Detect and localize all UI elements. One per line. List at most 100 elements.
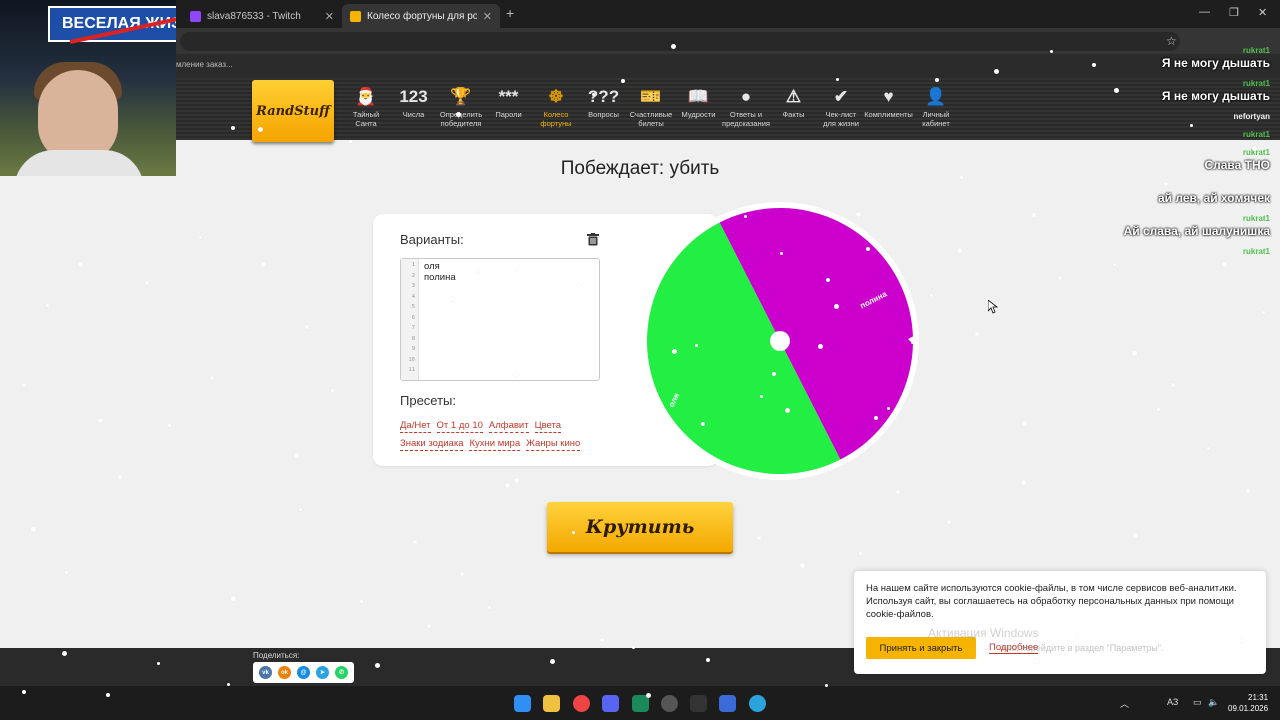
santa-icon: 🎅 — [355, 87, 377, 106]
nav-item-trophy[interactable]: 🏆 Определить победителя — [439, 78, 483, 140]
heart-icon: ♥ — [883, 87, 894, 106]
variants-textarea[interactable]: 1 2 3 4 5 6 7 8 9 10 11 оля полина — [400, 258, 600, 381]
network-icon[interactable]: ▭ — [1193, 697, 1202, 708]
preset-link[interactable]: Кухни мира — [469, 438, 521, 451]
share-label: Поделиться: — [253, 651, 300, 660]
tab-wheel[interactable]: Колесо фортуны для розыгрыш ✕ — [342, 4, 500, 28]
snowflake — [1171, 383, 1175, 387]
preset-link[interactable]: Цвета — [534, 420, 562, 433]
snowflake — [331, 389, 334, 392]
close-tab-icon[interactable]: ✕ — [325, 10, 334, 23]
tray-arrow-icon[interactable]: ︿ — [1120, 697, 1129, 710]
app2-icon[interactable] — [719, 695, 736, 712]
snowflake — [460, 572, 464, 576]
chat-message: Я не могу дышать — [1161, 56, 1270, 70]
line-number: 6 — [411, 314, 415, 321]
language-indicator[interactable]: АЗ — [1167, 697, 1178, 707]
twitch-favicon-icon — [190, 10, 201, 22]
telegram-icon[interactable]: ➤ — [316, 666, 329, 679]
mail-icon[interactable]: @ — [297, 666, 310, 679]
chat-username: nefortyan — [1233, 181, 1270, 190]
bookmark-item[interactable]: мление заказ... — [176, 60, 233, 69]
chat-username: rukrat1 — [1242, 247, 1270, 256]
line-number: 7 — [411, 325, 415, 331]
nav-item-heart[interactable]: ♥ Комплименты — [864, 78, 913, 140]
whatsapp-icon[interactable]: ✆ — [335, 666, 348, 679]
spin-button[interactable]: Крутить — [547, 502, 733, 552]
nav-item-wheel[interactable]: ☸ Колесо фортуны — [534, 78, 578, 140]
nav-item-password[interactable]: *** Пароли — [487, 78, 531, 140]
telegram-taskbar-icon[interactable] — [749, 695, 766, 712]
nav-item-numbers[interactable]: 123 Числа — [392, 78, 436, 140]
nav-item-ball[interactable]: ● Ответы и предсказания — [722, 78, 770, 140]
start-icon[interactable] — [514, 695, 531, 712]
preset-link[interactable]: Алфавит — [488, 420, 529, 433]
cookie-text: На нашем сайте используются cookie-файлы… — [866, 583, 1237, 620]
terminal-icon[interactable] — [690, 695, 707, 712]
chat-message: ай лев, ай хомячек — [1157, 191, 1270, 205]
nav-item-warning[interactable]: ⚠ Факты — [772, 78, 816, 140]
preset-link[interactable]: Жанры кино — [526, 438, 581, 451]
trash-icon[interactable] — [587, 233, 599, 246]
new-tab-button[interactable]: + — [506, 5, 514, 21]
cookie-accept-button[interactable]: Принять и закрыть — [866, 637, 976, 659]
book-icon: 📖 — [687, 87, 710, 106]
nav-label: Чек-лист для жизни — [823, 110, 859, 128]
app-icon[interactable] — [632, 695, 649, 712]
snowflake — [1132, 351, 1137, 356]
snowflake — [1246, 489, 1250, 493]
line-numbers: 1 2 3 4 5 6 7 8 9 10 11 — [401, 259, 419, 380]
line-number: 2 — [411, 272, 415, 279]
close-window-icon[interactable]: ✕ — [1258, 6, 1267, 19]
snowflake — [65, 571, 68, 574]
discord-icon[interactable] — [602, 695, 619, 712]
snowflake — [1058, 276, 1062, 280]
maximize-icon[interactable]: ❐ — [1229, 6, 1239, 19]
tab-twitch[interactable]: slava876533 - Twitch ✕ — [182, 4, 342, 28]
trophy-icon: 🏆 — [450, 87, 472, 106]
nav-item-book[interactable]: 📖 Мудрости — [677, 78, 721, 140]
snowflake — [98, 418, 103, 423]
explorer-icon[interactable] — [543, 695, 560, 712]
chat-username: nefortyan — [1233, 112, 1270, 121]
close-tab-icon[interactable]: ✕ — [483, 10, 492, 23]
numbers-icon: 123 — [399, 87, 428, 106]
chat-username: rukrat1 — [1242, 130, 1270, 139]
settings-icon[interactable] — [661, 695, 678, 712]
wheel-center — [770, 331, 790, 351]
snowflake — [31, 527, 36, 532]
variant-line: оля — [424, 261, 440, 272]
nav-label: Личный кабинет — [922, 110, 950, 128]
nav-item-user[interactable]: 👤 Личный кабинет — [914, 78, 958, 140]
chrome-icon[interactable] — [573, 695, 590, 712]
clock[interactable]: 21:31 09.01.2026 — [1228, 692, 1268, 714]
variants-lines: оля полина — [424, 261, 456, 283]
chat-username: rukrat1 — [1242, 214, 1270, 223]
nav-item-questions[interactable]: ??? Вопросы — [582, 78, 626, 140]
url-input[interactable] — [180, 32, 1180, 51]
snowflake — [488, 606, 491, 609]
nav-item-ticket[interactable]: 🎫 Счастливые билеты — [629, 78, 673, 140]
windows-activation-title: Активация Windows — [928, 626, 1039, 640]
nav-item-checklist[interactable]: ✔ Чек-лист для жизни — [819, 78, 863, 140]
variant-line: полина — [424, 271, 456, 283]
volume-icon[interactable]: 🔈 — [1208, 697, 1219, 708]
nav-label: Тайный Санта — [352, 110, 380, 128]
snowflake — [427, 624, 431, 628]
minimize-icon[interactable]: — — [1199, 6, 1210, 18]
site-logo[interactable]: RandStuff — [252, 80, 334, 142]
vk-icon[interactable]: vk — [259, 666, 272, 679]
preset-link[interactable]: Да/Нет — [400, 420, 431, 433]
chat-username: rukrat1 — [1242, 46, 1270, 55]
fortune-wheel[interactable]: полина оля — [640, 201, 920, 481]
preset-link[interactable]: Знаки зодиака — [400, 438, 464, 451]
chat-message: Я не могу дышать — [1161, 89, 1270, 103]
ok-icon[interactable]: ok — [278, 666, 291, 679]
nav-item-santa[interactable]: 🎅 Тайный Санта — [344, 78, 388, 140]
main-nav: 🎅 Тайный Санта 123 Числа 🏆 Определить победит… — [344, 78, 962, 140]
snowflake — [210, 376, 214, 380]
snowflake — [349, 140, 352, 143]
cookie-banner: На нашем сайте используются cookie-файлы… — [854, 571, 1266, 674]
clock-time: 21:31 — [1248, 693, 1269, 702]
preset-link[interactable]: От 1 до 10 — [436, 420, 483, 433]
